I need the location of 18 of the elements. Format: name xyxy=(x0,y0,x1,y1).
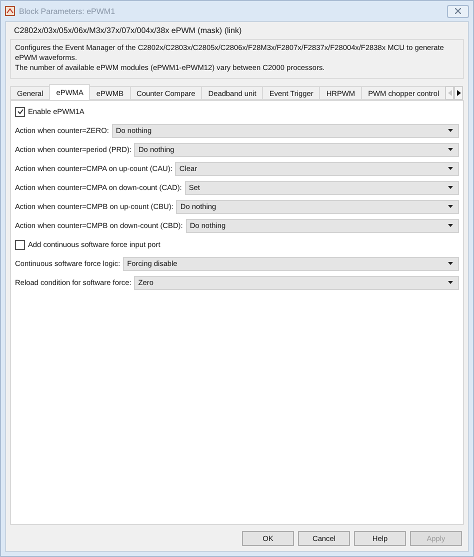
checkbox[interactable] xyxy=(15,240,25,250)
caret-icon xyxy=(448,148,453,151)
caret-icon xyxy=(448,281,453,284)
caret-icon xyxy=(448,186,453,189)
caret-icon xyxy=(448,205,453,208)
app-icon xyxy=(5,6,15,16)
caret-icon xyxy=(448,129,453,132)
mask-title: C2802x/03x/05x/06x/M3x/37x/07x/004x/38x ePWM (mask) (link) xyxy=(13,25,243,37)
caret-icon xyxy=(448,167,453,170)
caret-icon xyxy=(448,224,453,227)
window-title: Block Parameters: ePWM1 xyxy=(19,6,116,16)
caret-icon xyxy=(448,262,453,265)
checkbox[interactable] xyxy=(15,106,25,116)
scroll-right-button[interactable] xyxy=(454,86,464,100)
right-arrow-icon xyxy=(456,90,461,96)
close-button[interactable] xyxy=(447,4,469,18)
left-arrow-icon xyxy=(448,90,452,96)
close-icon xyxy=(455,8,461,14)
